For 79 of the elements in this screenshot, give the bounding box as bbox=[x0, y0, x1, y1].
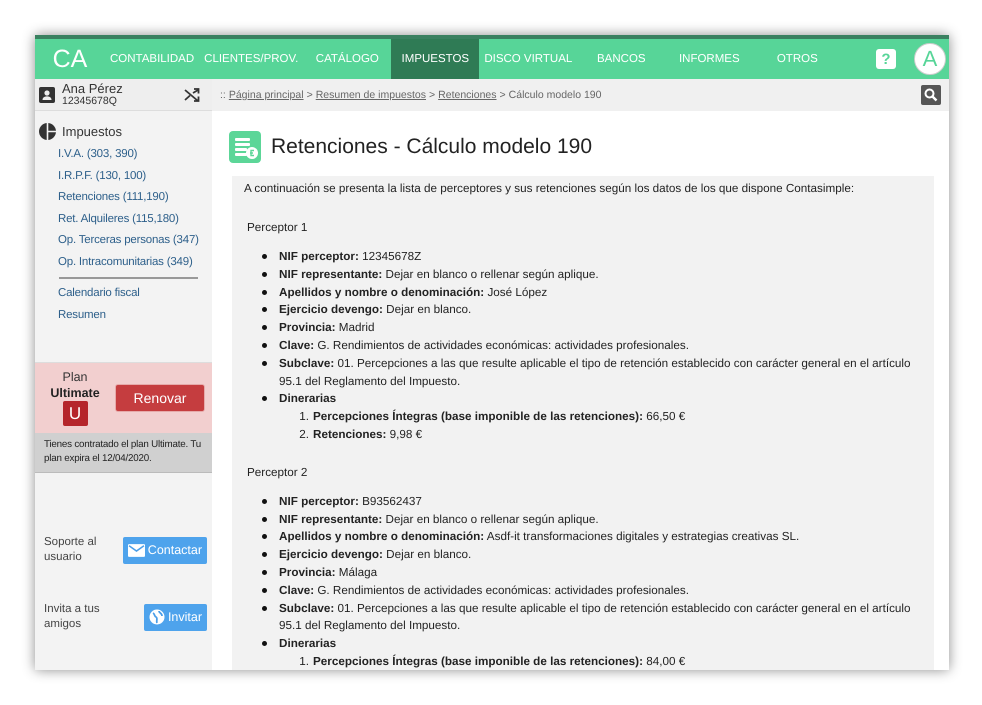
bullet-icon bbox=[262, 307, 267, 312]
detail-text: Ejercicio devengo: Dejar en blanco. bbox=[279, 302, 472, 318]
bullet-icon bbox=[262, 570, 267, 575]
invite-label: Invita a tus amigos bbox=[44, 602, 101, 632]
sidebar-link[interactable]: Resumen bbox=[35, 304, 212, 326]
plan-label: Plan bbox=[62, 370, 88, 386]
breadcrumb-separator: > bbox=[500, 89, 506, 101]
perceptor-heading: Perceptor 1 bbox=[247, 221, 308, 234]
detail-text: Ejercicio devengo: Dejar en blanco. bbox=[279, 547, 472, 564]
bullet-icon bbox=[262, 534, 267, 540]
plan-name: Ultimate bbox=[50, 386, 100, 402]
user-id: 12345678Q bbox=[62, 96, 118, 108]
bullet-icon bbox=[262, 325, 267, 330]
sidebar-title: Impuestos bbox=[62, 124, 122, 139]
item-number: 1. bbox=[299, 409, 309, 426]
detail-text: Apellidos y nombre o denominación: Asdf-it transformaciones digitales y estrategias creativas SL. bbox=[279, 529, 800, 546]
globe-icon bbox=[148, 609, 165, 626]
breadcrumb-link[interactable]: Retenciones bbox=[438, 89, 497, 101]
support-label: Soporte al usuario bbox=[44, 534, 98, 566]
perceptor-heading: Perceptor 2 bbox=[247, 466, 308, 479]
sidebar-link[interactable]: Retenciones (111,190) bbox=[35, 187, 212, 209]
contact-button[interactable]: Contactar bbox=[122, 536, 207, 564]
intro-text: A continuación se presenta la lista de perceptores y sus retenciones según los datos de los que dispone Contasimple: bbox=[244, 182, 856, 195]
plan-badge: U bbox=[62, 401, 88, 426]
bullet-icon bbox=[262, 360, 267, 366]
detail-text: Percepciones Íntegras (base imponible de las retenciones): 66,50 € bbox=[313, 408, 686, 426]
sidebar-link[interactable]: Op. Intracomunitarias (349) bbox=[35, 252, 212, 274]
bullet-icon bbox=[262, 396, 267, 402]
detail-text: Subclave: 01. Percepciones a las que resulte aplicable el tipo de retención establecido con carácter general en el artículo 95.1 del Reglamento del Impuesto. bbox=[279, 600, 912, 634]
bullet-icon bbox=[262, 552, 267, 558]
sidebar-link[interactable]: Calendario fiscal bbox=[35, 283, 212, 305]
item-number: 2. bbox=[299, 426, 309, 443]
bullet-icon bbox=[262, 516, 267, 522]
bullet-icon bbox=[262, 498, 267, 504]
plan-notice: Tienes contratado el plan Ultimate. Tu plan expira el 12/04/2020. bbox=[35, 433, 212, 473]
detail-text: NIF perceptor: 12345678Z bbox=[279, 249, 422, 265]
sidebar-link[interactable]: Op. Terceras personas (347) bbox=[35, 230, 212, 252]
group-heading: Dinerarias bbox=[279, 391, 338, 408]
detail-text: NIF perceptor: B93562437 bbox=[279, 494, 422, 510]
detail-text: Subclave: 01. Percepciones a las que resulte aplicable el tipo de retención establecido con carácter general en el artículo 95.1 del Reglamento del Impuesto. bbox=[279, 356, 912, 390]
nav-tab[interactable]: IMPUESTOS bbox=[391, 39, 480, 79]
sidebar-link[interactable]: Ret. Alquileres (115,180) bbox=[35, 208, 212, 230]
user-name: Ana Pérez bbox=[62, 82, 124, 96]
sidebar-link[interactable]: I.V.A. (303, 390) bbox=[35, 144, 212, 166]
contact-card-icon bbox=[39, 86, 55, 102]
breadcrumb-link[interactable]: Página principal bbox=[228, 89, 304, 101]
envelope-icon bbox=[128, 544, 145, 557]
search-button[interactable] bbox=[921, 85, 941, 105]
coins-icon bbox=[229, 131, 261, 163]
detail-text: Provincia: Málaga bbox=[279, 564, 378, 581]
breadcrumb-prefix: :: bbox=[220, 89, 226, 101]
invite-button[interactable]: Invitar bbox=[144, 604, 207, 631]
renew-button[interactable]: Renovar bbox=[115, 384, 205, 412]
detail-text: Clave: G. Rendimientos de actividades económicas: actividades profesionales. bbox=[279, 338, 689, 354]
page-title: Retenciones - Cálculo modelo 190 bbox=[271, 135, 592, 159]
sidebar-link[interactable]: I.R.P.F. (130, 100) bbox=[35, 166, 212, 188]
breadcrumb-separator: > bbox=[429, 89, 436, 101]
shuffle-icon[interactable] bbox=[184, 86, 200, 102]
detail-text: NIF representante: Dejar en blanco o rellenar según aplique. bbox=[279, 512, 599, 528]
item-number: 1. bbox=[299, 654, 309, 670]
pie-chart-icon bbox=[39, 123, 56, 140]
bullet-icon bbox=[262, 641, 267, 646]
breadcrumb-link[interactable]: Resumen de impuestos bbox=[316, 89, 426, 101]
bullet-icon bbox=[262, 290, 267, 295]
bullet-icon bbox=[262, 588, 267, 593]
breadcrumb-current: Cálculo modelo 190 bbox=[508, 89, 602, 101]
detail-text: NIF representante: Dejar en blanco o rellenar según aplique. bbox=[279, 266, 599, 283]
bullet-icon bbox=[262, 272, 267, 277]
detail-text: Percepciones Íntegras (base imponible de las retenciones): 84,00 € bbox=[313, 654, 686, 670]
group-heading: Dinerarias bbox=[279, 636, 338, 652]
search-icon bbox=[924, 88, 938, 102]
breadcrumb-separator: > bbox=[306, 89, 313, 101]
bullet-icon bbox=[262, 342, 267, 348]
detail-text: Provincia: Madrid bbox=[279, 320, 374, 336]
bullet-icon bbox=[262, 606, 267, 611]
detail-text: Apellidos y nombre o denominación: José López bbox=[279, 284, 548, 301]
detail-text: Retenciones: 9,98 € bbox=[313, 426, 422, 443]
detail-text: Clave: G. Rendimientos de actividades económicas: actividades profesionales. bbox=[279, 582, 689, 599]
bullet-icon bbox=[262, 254, 267, 259]
